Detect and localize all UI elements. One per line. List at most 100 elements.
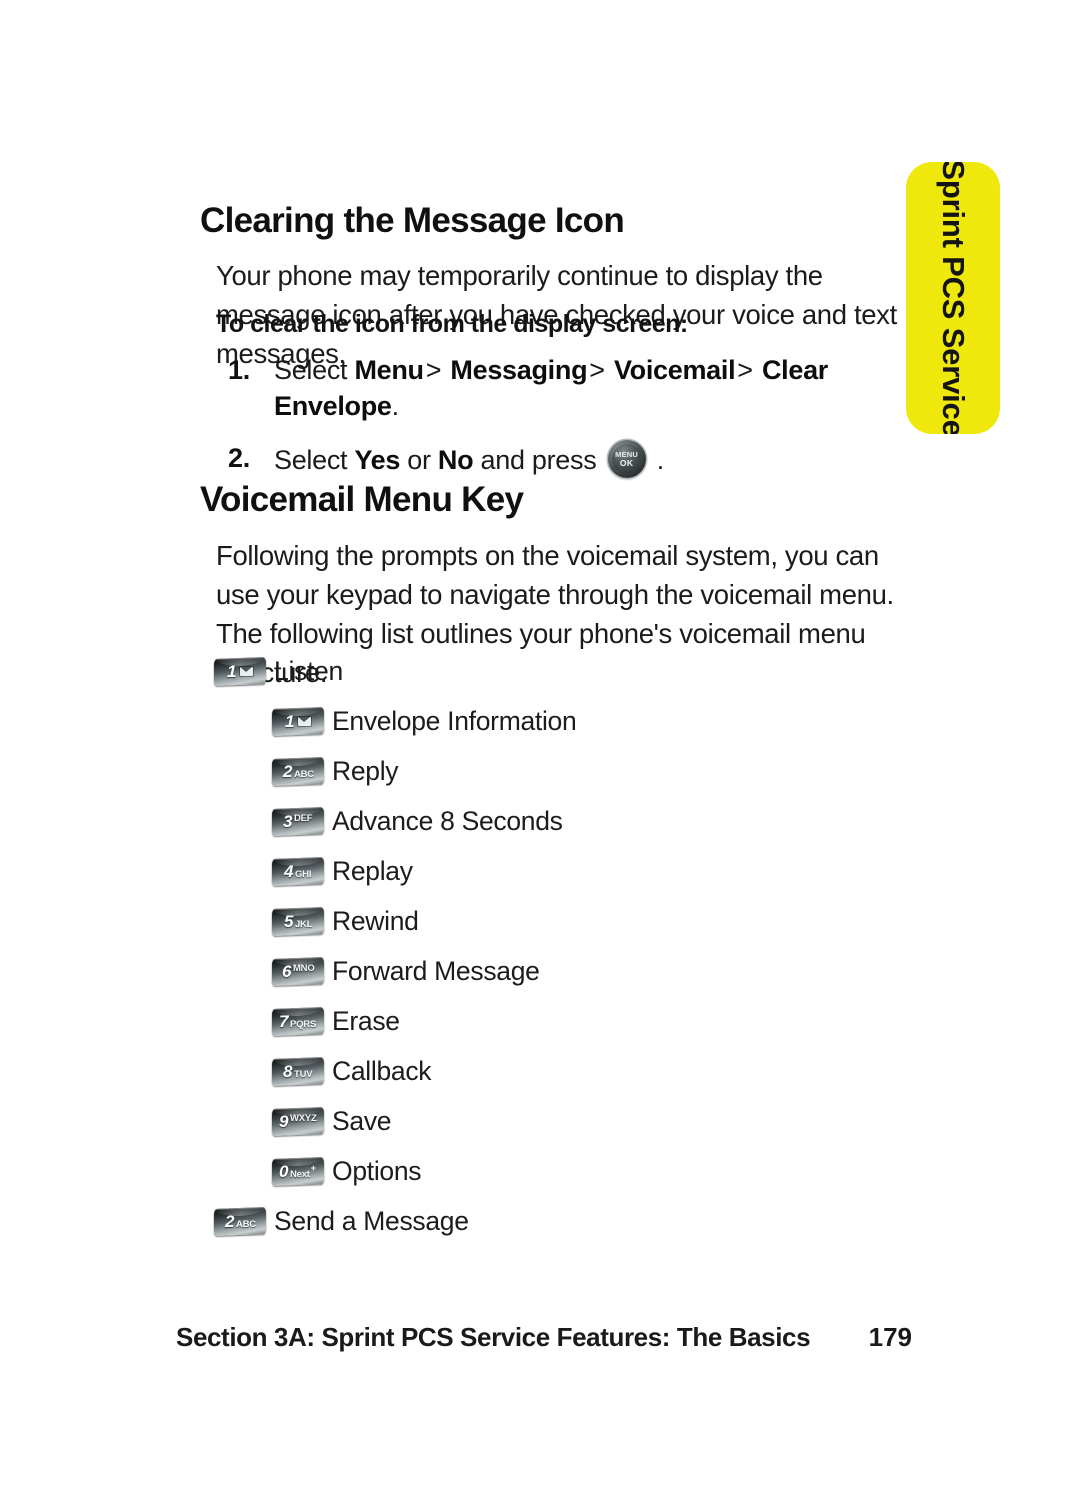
- envelope-icon: [297, 716, 311, 726]
- step-item-2: 2. Select Yes or No and press MENU OK .: [228, 440, 908, 478]
- document-page: Sprint PCS Service Clearing the Message …: [0, 0, 1080, 1512]
- voicemail-menu-item-label: Envelope Information: [332, 705, 577, 736]
- voicemail-menu-item-label: Listen: [274, 655, 343, 686]
- keypad-key-letters: MNO: [292, 962, 315, 974]
- keypad-key-content: 1: [285, 711, 311, 731]
- keypad-key-content: 2 ABC: [224, 1211, 256, 1231]
- keypad-key-digit: 2: [224, 1211, 234, 1231]
- keypad-key-7-icon: 7 PQRS: [272, 1006, 324, 1036]
- step-text: Select Yes or No and press MENU OK .: [274, 440, 908, 478]
- keypad-key-digit: 4: [284, 861, 294, 881]
- keypad-key-1-icon: 1: [272, 706, 324, 736]
- menu-ok-key-bottom-label: OK: [619, 458, 634, 468]
- menu-path-menu: Menu: [354, 355, 424, 385]
- keypad-key-letters: PQRS: [290, 1018, 317, 1030]
- keypad-key-digit: 0: [279, 1161, 289, 1181]
- keypad-key-letters: TUV: [294, 1068, 313, 1080]
- keypad-key-9-icon: 9 WXYZ: [272, 1106, 324, 1136]
- voicemail-menu-item: 1 Envelope Information: [214, 696, 914, 746]
- keypad-key-letters: WXYZ: [290, 1112, 317, 1124]
- keypad-key-content: 9 WXYZ: [279, 1111, 317, 1131]
- step-suffix: .: [649, 445, 665, 475]
- steps-list: 1. Select Menu> Messaging> Voicemail> Cl…: [228, 352, 908, 494]
- keypad-key-8-icon: 8 TUV: [272, 1056, 324, 1086]
- keypad-key-letters: ABC: [293, 768, 314, 780]
- voicemail-menu-item-label: Advance 8 Seconds: [332, 805, 563, 836]
- voicemail-menu-item: 5 JKL Rewind: [214, 896, 914, 946]
- voicemail-menu-item-label: Forward Message: [332, 955, 540, 986]
- keypad-key-content: 2 ABC: [282, 761, 314, 781]
- heading-voicemail-menu-key: Voicemail Menu Key: [200, 480, 524, 520]
- voicemail-menu-item-label: Save: [332, 1105, 392, 1136]
- lead-in-to-clear-the-icon: To clear the icon from the display scree…: [216, 310, 688, 338]
- menu-ok-key-face: MENU OK: [611, 444, 642, 474]
- step-number: 2.: [228, 443, 250, 473]
- voicemail-menu-item: 2 ABC Reply: [214, 746, 914, 796]
- voicemail-menu-item-label: Callback: [332, 1055, 432, 1086]
- keypad-key-content: 3 DEF: [283, 811, 312, 831]
- path-separator-2: >: [589, 355, 605, 385]
- keypad-key-6-icon: 6 MNO: [272, 956, 324, 986]
- step-middle: and press: [473, 445, 604, 475]
- voicemail-menu-item-label: Send a Message: [274, 1205, 469, 1236]
- path-separator-1: >: [425, 355, 442, 385]
- keypad-key-digit: 1: [227, 661, 236, 681]
- keypad-key-content: 7 PQRS: [279, 1011, 317, 1031]
- keypad-key-4-icon: 4 GHI: [272, 856, 324, 886]
- keypad-key-letters: JKL: [294, 918, 313, 930]
- step-suffix: .: [391, 391, 400, 421]
- path-separator-3: >: [737, 355, 753, 385]
- keypad-key-2-icon: 2 ABC: [214, 1206, 266, 1236]
- keypad-key-digit: 7: [279, 1011, 289, 1031]
- step-prefix: Select: [274, 355, 355, 385]
- voicemail-menu-item: 1 Listen: [214, 646, 914, 696]
- step-number: 1.: [228, 355, 250, 385]
- keypad-key-content: 4 GHI: [284, 861, 311, 881]
- keypad-key-digit: 3: [283, 811, 293, 831]
- voicemail-menu-item: 6 MNO Forward Message: [214, 946, 914, 996]
- keypad-key-digit: 8: [283, 1061, 293, 1081]
- menu-path-messaging: Messaging: [450, 355, 588, 385]
- keypad-key-5-icon: 5 JKL: [272, 906, 324, 936]
- step-prefix: Select: [274, 445, 355, 475]
- section-tab-sprint-pcs-service: Sprint PCS Service: [906, 162, 1000, 434]
- voicemail-menu-item: 4 GHI Replay: [214, 846, 914, 896]
- keypad-key-digit: 9: [279, 1111, 289, 1131]
- voicemail-menu-item-label: Options: [332, 1155, 422, 1186]
- keypad-key-content: 1: [227, 661, 253, 681]
- conjunction: or: [400, 445, 438, 475]
- page-footer: Section 3A: Sprint PCS Service Features:…: [176, 1322, 920, 1353]
- keypad-key-0-icon: 0 Next +: [272, 1156, 324, 1186]
- voicemail-menu-item: 0 Next + Options: [214, 1146, 914, 1196]
- keypad-key-digit: 2: [282, 761, 292, 781]
- voicemail-menu-item: 7 PQRS Erase: [214, 996, 914, 1046]
- voicemail-menu-tree: 1 Listen 1 Envelope Information 2 ABC Reply 3 DE…: [214, 646, 914, 1246]
- keypad-key-letters: ABC: [235, 1218, 256, 1230]
- menu-ok-key-icon: MENU OK: [607, 440, 646, 478]
- keypad-key-digit: 6: [281, 961, 291, 981]
- footer-section-title: Section 3A: Sprint PCS Service Features:…: [176, 1322, 811, 1352]
- keypad-key-content: 6 MNO: [281, 961, 315, 981]
- voicemail-menu-item-label: Reply: [332, 755, 399, 786]
- menu-ok-key-top-label: MENU: [615, 449, 639, 459]
- section-tab-label: Sprint PCS Service: [936, 162, 971, 434]
- step-item-1: 1. Select Menu> Messaging> Voicemail> Cl…: [228, 352, 908, 424]
- keypad-key-digit: 1: [285, 711, 294, 731]
- keypad-key-letters: Next: [290, 1168, 311, 1180]
- step-text: Select Menu> Messaging> Voicemail> Clear…: [274, 352, 908, 424]
- keypad-key-content: 0 Next +: [279, 1161, 317, 1181]
- voicemail-menu-item: 2 ABC Send a Message: [214, 1196, 914, 1246]
- keypad-key-2-icon: 2 ABC: [272, 756, 324, 786]
- voicemail-menu-item-label: Rewind: [332, 905, 419, 936]
- keypad-key-1-icon: 1: [214, 656, 266, 686]
- envelope-icon: [239, 666, 253, 676]
- voicemail-menu-item: 8 TUV Callback: [214, 1046, 914, 1096]
- keypad-key-plus: +: [311, 1162, 317, 1173]
- voicemail-menu-item: 3 DEF Advance 8 Seconds: [214, 796, 914, 846]
- keypad-key-digit: 5: [283, 911, 293, 931]
- keypad-key-3-icon: 3 DEF: [272, 806, 324, 836]
- option-no: No: [437, 445, 474, 475]
- voicemail-menu-item-label: Erase: [332, 1005, 400, 1036]
- heading-clearing-the-message-icon: Clearing the Message Icon: [200, 201, 625, 241]
- keypad-key-content: 5 JKL: [283, 911, 313, 931]
